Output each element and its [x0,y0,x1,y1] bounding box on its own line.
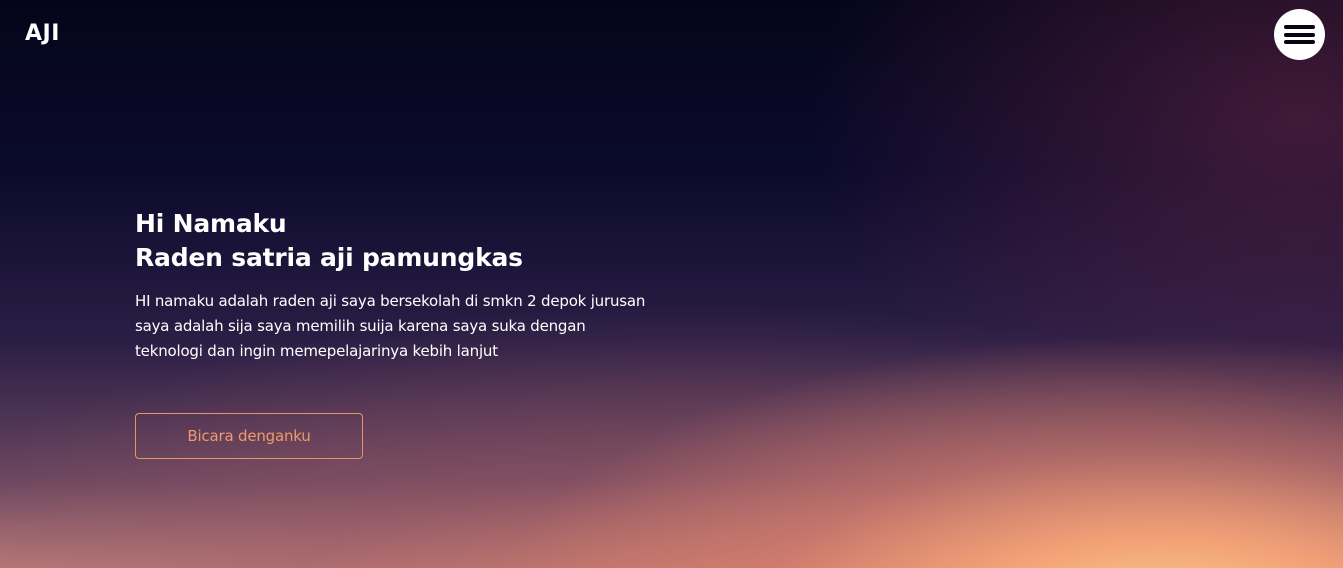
hero-title-name: Raden satria aji pamungkas [135,243,523,272]
hamburger-menu-button[interactable] [1274,9,1325,60]
hero-title: Hi Namaku Raden satria aji pamungkas [135,207,695,275]
hero-section: Hi Namaku Raden satria aji pamungkas HI … [135,207,695,364]
site-logo[interactable]: AJI [25,21,60,46]
hero-title-greeting: Hi Namaku [135,209,287,238]
contact-me-button[interactable]: Bicara denganku [135,413,363,459]
menu-bar-bottom [1284,40,1315,44]
hero-description: HI namaku adalah raden aji saya bersekol… [135,292,646,360]
site-header: AJI [0,0,1343,80]
menu-bar-top [1284,25,1315,29]
menu-bar-middle [1284,32,1315,37]
